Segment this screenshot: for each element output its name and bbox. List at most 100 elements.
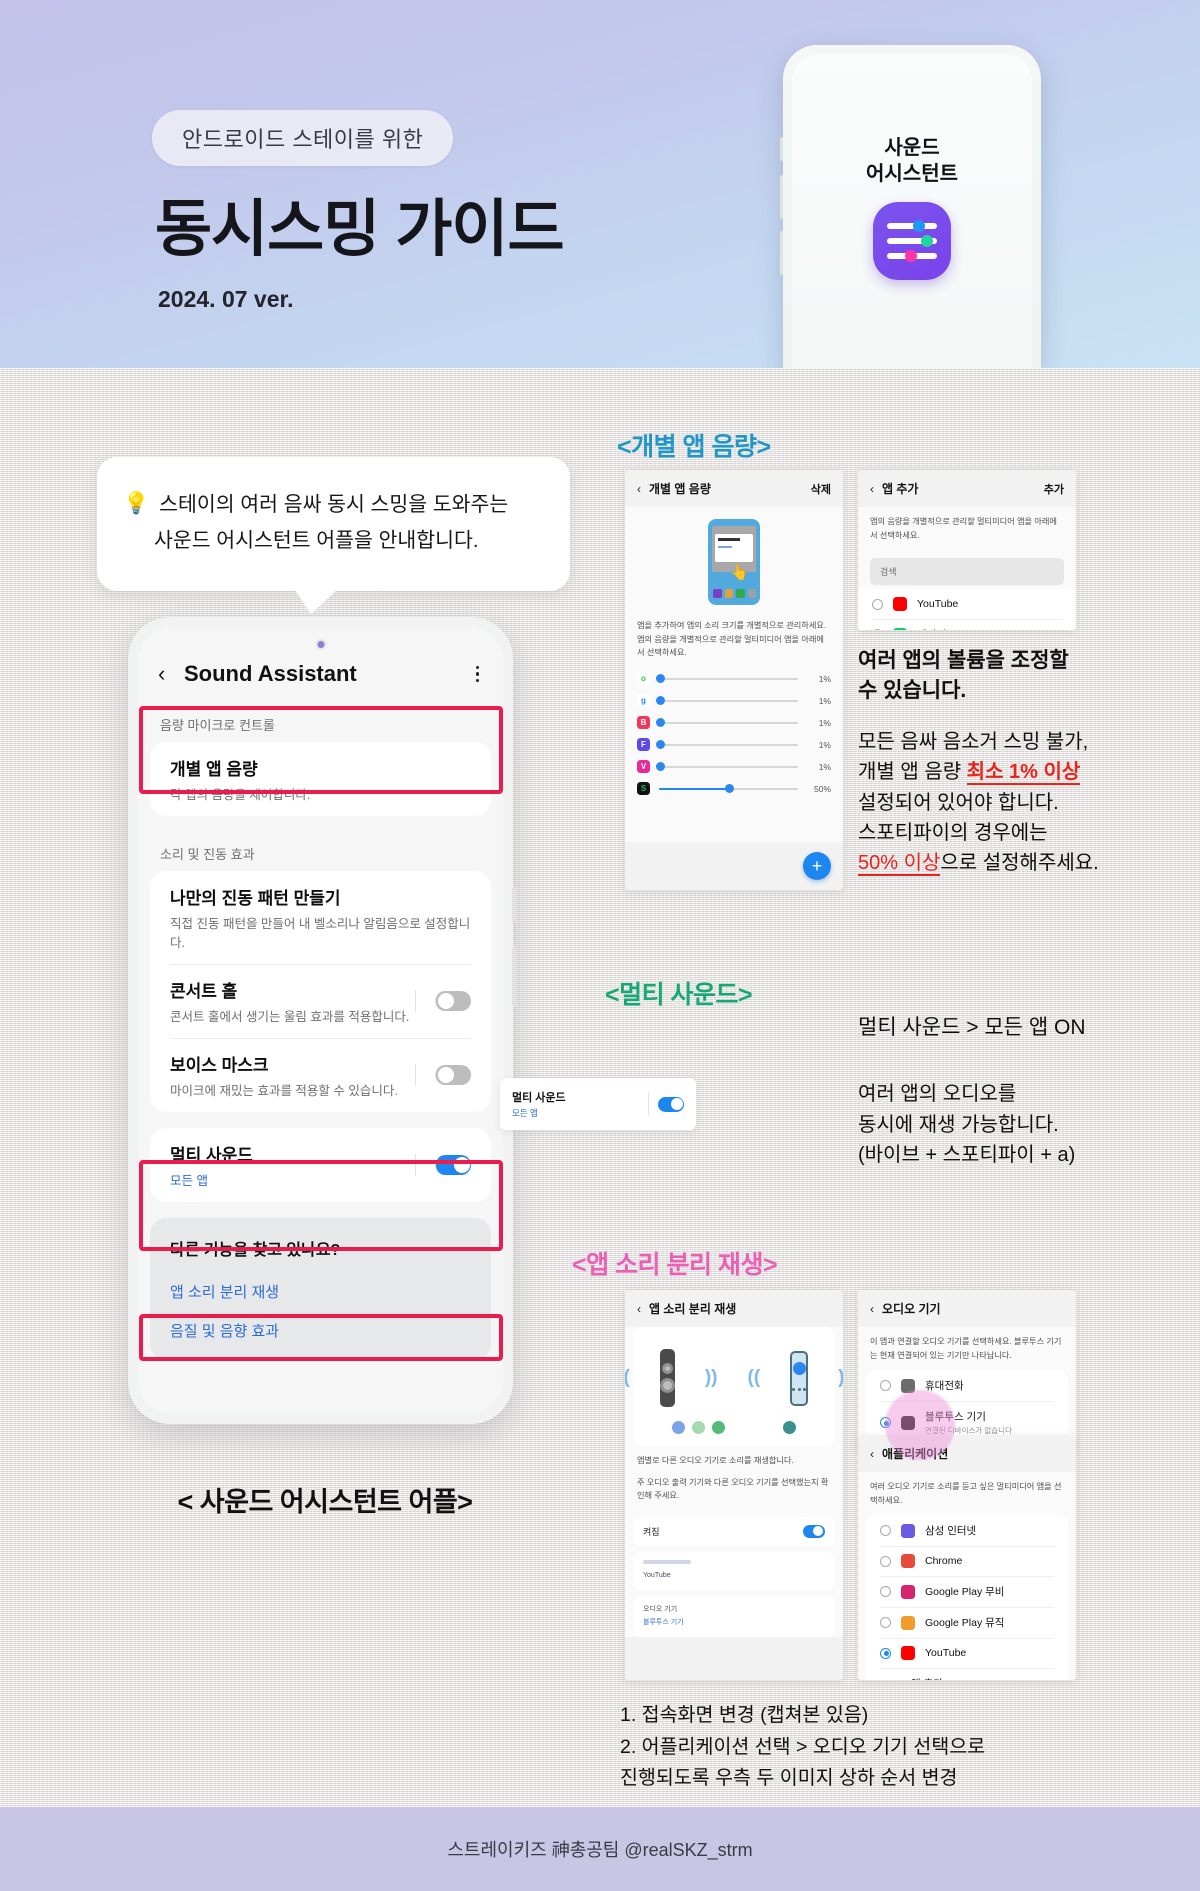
option-row[interactable]: YouTube	[858, 589, 1076, 619]
volume-slider-knob[interactable]	[656, 740, 666, 750]
volume-slider-knob[interactable]	[656, 696, 666, 706]
sound-wave-right-icon: ))	[838, 1367, 843, 1389]
screenshot-description: 앱을 추가하여 앱의 소리 크기를 개별적으로 관리하세요. 앱의 음량을 개별…	[637, 621, 827, 658]
back-icon[interactable]: ‹	[870, 1302, 874, 1316]
option-label: YouTube	[925, 1647, 967, 1660]
option-row[interactable]: 삼성 인터넷	[866, 1515, 1068, 1546]
radio-button[interactable]	[872, 629, 883, 630]
row-voice-mask[interactable]: 보이스 마스크 마이크에 재밌는 효과를 적용할 수 있습니다.	[150, 1038, 491, 1112]
option-row[interactable]: Google Play 무비	[866, 1576, 1068, 1607]
volume-slider-knob[interactable]	[724, 784, 734, 794]
radio-button[interactable]	[880, 1525, 891, 1537]
google-play-music-icon	[901, 1615, 915, 1630]
volume-slider-track[interactable]	[656, 740, 798, 750]
separate-toggle-row[interactable]: 켜짐	[633, 1516, 835, 1546]
radio-button[interactable]	[880, 1617, 891, 1629]
sound-wave-right-icon: ))	[704, 1367, 718, 1388]
volume-slider-track[interactable]	[659, 784, 798, 794]
option-label: Google Play 뮤직	[925, 1617, 1005, 1630]
delete-button[interactable]: 삭제	[811, 481, 831, 497]
add-app-fab[interactable]: +	[803, 852, 831, 880]
row-vibration-pattern[interactable]: 나만의 진동 패턴 만들기 직접 진동 패턴을 만들어 내 벨소리나 알림음으로…	[150, 871, 491, 964]
radio-button[interactable]	[880, 1647, 891, 1659]
screenshot-description: 앱의 음량을 개별적으로 관리할 멀티미디어 앱을 아래에서 선택하세요.	[870, 517, 1057, 540]
option-row[interactable]: Google Play 뮤직	[866, 1607, 1068, 1638]
volume-slider-knob[interactable]	[656, 718, 666, 728]
separate-device-entry[interactable]: 오디오 기기 블루투스 기기	[633, 1596, 835, 1638]
row-individual-app-volume[interactable]: 개별 앱 음량 각 앱의 음량을 제어합니다.	[150, 742, 491, 816]
steps-note: 1. 접속화면 변경 (캡쳐본 있음) 2. 어플리케이션 선택 > 오디오 기…	[620, 1700, 1140, 1795]
row-multi-sound[interactable]: 멀티 사운드 모든 앱	[150, 1128, 491, 1202]
device-illustration: (( )) (( ))	[625, 1327, 843, 1421]
app-volume-slider-row[interactable]: F 1%	[625, 734, 843, 756]
prose-line-1: 여러 앱의 오디오를	[858, 1083, 1017, 1106]
row-concert-hall[interactable]: 콘서트 홀 콘서트 홀에서 생기는 울림 효과를 적용합니다.	[150, 964, 491, 1038]
volume-slider-knob[interactable]	[656, 762, 666, 772]
multi-sound-toggle[interactable]	[435, 1155, 471, 1175]
app-volume-slider-row[interactable]: V 1%	[625, 756, 843, 778]
more-menu-icon[interactable]	[472, 665, 484, 683]
intro-speech-bubble: 💡 스테이의 여러 음싸 동시 스밍을 도와주는 사운드 어시스턴트 어플을 안…	[97, 457, 570, 614]
hero-phone-screen: 사운드 어시스턴트	[792, 54, 1032, 368]
slider-knob	[921, 235, 933, 247]
separate-illustration-card: (( )) (( ))	[625, 1327, 843, 1446]
app-volume-slider-row[interactable]: B 1%	[625, 712, 843, 734]
screenshot-body: (( )) (( )) 앱별로 다른 오디오 기기로 소리를 재생합니다. 주 …	[625, 1327, 843, 1638]
voice-mask-toggle[interactable]	[435, 1065, 471, 1085]
lightbulb-icon: 💡	[123, 492, 150, 515]
screenshot-description: 이 앱과 연결할 오디오 기기를 선택하세요. 블루투스 기기는 현재 연결되어…	[870, 1337, 1062, 1360]
radio-button[interactable]	[880, 1586, 891, 1598]
app-volume-slider-row[interactable]: o 1%	[625, 668, 843, 690]
link-separate-app-sound[interactable]: 앱 소리 분리 재생	[150, 1272, 491, 1311]
volume-percent-label: 1%	[818, 695, 831, 706]
device-illustration: 👆	[625, 507, 843, 611]
row-title: 멀티 사운드	[170, 1146, 253, 1165]
volume-slider-track[interactable]	[656, 762, 798, 772]
youtube-icon	[893, 597, 907, 612]
hero-app-name: 사운드 어시스턴트	[866, 137, 958, 185]
prose-heading: 멀티 사운드 > 모든 앱 ON	[858, 1016, 1086, 1039]
volume-slider-track[interactable]	[656, 674, 798, 684]
screenshot-body: 여러 오디오 기기로 소리를 듣고 싶은 멀티미디어 앱을 선택하세요. 삼성 …	[858, 1472, 1076, 1680]
separate-sound-toggle[interactable]	[803, 1524, 825, 1538]
card-other-features: 다른 기능을 찾고 있나요? 앱 소리 분리 재생 음질 및 음향 효과	[150, 1218, 491, 1360]
add-app-row[interactable]: + 앱 추가	[866, 1668, 1068, 1680]
hand-cursor-icon: 👆	[730, 564, 749, 581]
separate-app-name: YouTube	[643, 1571, 671, 1579]
separate-app-entry[interactable]: YouTube	[633, 1551, 835, 1591]
search-input[interactable]: 검색	[870, 558, 1064, 586]
option-text: Google Play 무비	[925, 1584, 1004, 1599]
screenshot-title: 오디오 기기	[882, 1302, 941, 1316]
option-row[interactable]: 네이버TV	[858, 619, 1076, 630]
app-volume-slider-row[interactable]: S 50%	[625, 778, 843, 800]
option-row[interactable]: 휴대전화	[866, 1370, 1068, 1401]
bubble-line-1: 💡 스테이의 여러 음싸 동시 스밍을 도와주는	[123, 487, 544, 523]
back-icon[interactable]: ‹	[637, 1302, 641, 1316]
link-sound-quality-effects[interactable]: 음질 및 음향 효과	[150, 1311, 491, 1350]
add-button[interactable]: 추가	[1044, 481, 1064, 497]
radio-button[interactable]	[880, 1380, 891, 1392]
app-volume-slider-row[interactable]: g 1%	[625, 690, 843, 712]
hero-phone-mockup: 사운드 어시스턴트	[780, 45, 1041, 368]
youtube-icon	[901, 1646, 915, 1661]
phone-side-button	[780, 137, 783, 161]
back-icon[interactable]: ‹	[158, 661, 184, 687]
other-features-question: 다른 기능을 찾고 있나요?	[170, 1242, 341, 1259]
screenshot-application-list: ‹ 애플리케이션 여러 오디오 기기로 소리를 듣고 싶은 멀티미디어 앱을 선…	[858, 1435, 1076, 1680]
multi-sound-card-toggle[interactable]	[658, 1096, 684, 1112]
volume-slider-knob[interactable]	[656, 674, 666, 684]
back-icon[interactable]: ‹	[870, 1447, 874, 1461]
concert-hall-toggle[interactable]	[435, 991, 471, 1011]
option-row[interactable]: Chrome	[866, 1546, 1068, 1576]
back-icon[interactable]: ‹	[637, 482, 641, 496]
back-icon[interactable]: ‹	[870, 482, 874, 496]
heading-individual-app-volume: <개별 앱 음량>	[617, 433, 771, 461]
radio-button[interactable]	[872, 598, 883, 610]
volume-slider-track[interactable]	[656, 696, 798, 706]
option-row[interactable]: YouTube	[866, 1638, 1068, 1668]
screenshot-multi-sound-card: 멀티 사운드 모든 앱	[500, 1078, 696, 1130]
volume-slider-track[interactable]	[656, 718, 798, 728]
screenshot-description-1: 앱별로 다른 오디오 기기로 소리를 재생합니다.	[637, 1456, 794, 1465]
radio-button[interactable]	[880, 1555, 891, 1567]
google-play-movies-icon	[901, 1584, 915, 1599]
